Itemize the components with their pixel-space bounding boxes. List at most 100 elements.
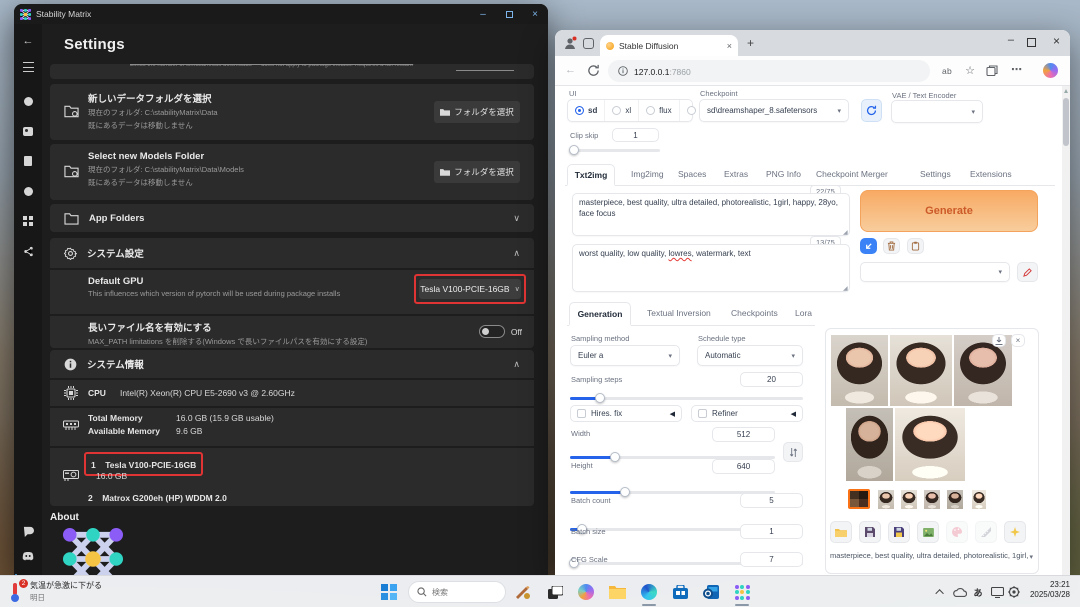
- send-to-img2img-button[interactable]: [917, 521, 939, 543]
- taskbar-weather-widget[interactable]: 2 気温が急激に下がる 明日: [8, 580, 102, 603]
- gallery-thumbnail-selected[interactable]: [848, 489, 870, 509]
- tab-textual-inversion[interactable]: Textual Inversion: [645, 308, 713, 318]
- resize-handle-icon[interactable]: ◢: [843, 229, 848, 236]
- styles-dropdown[interactable]: ▾: [860, 262, 1010, 282]
- resize-handle-icon[interactable]: ◢: [843, 285, 848, 292]
- generated-image-4[interactable]: [846, 408, 893, 481]
- checkpoint-dropdown[interactable]: sd\dreamshaper_8.safetensors ▾: [699, 99, 849, 122]
- browser-profile-icon[interactable]: [563, 36, 577, 50]
- sm-clipped-setting-row[interactable]: Limits the number of simultaneous downlo…: [50, 64, 534, 79]
- sm-nav-checkpoints-icon[interactable]: [14, 120, 42, 142]
- paste-generation-params-button[interactable]: [860, 238, 877, 254]
- browser-refresh-icon[interactable]: [587, 64, 600, 77]
- stability-matrix-taskbar-icon[interactable]: [731, 581, 753, 603]
- onedrive-tray-icon[interactable]: [952, 581, 968, 603]
- sm-titlebar[interactable]: Stability Matrix – ×: [14, 4, 548, 24]
- copilot-icon[interactable]: [1043, 63, 1058, 78]
- swap-dimensions-button[interactable]: [783, 442, 803, 462]
- gallery-close-button[interactable]: ×: [1011, 334, 1025, 347]
- generated-image-2[interactable]: [890, 335, 952, 406]
- search-input[interactable]: [432, 588, 492, 597]
- ime-indicator[interactable]: あ: [970, 581, 986, 603]
- outlook-icon[interactable]: [700, 581, 722, 603]
- browser-tab[interactable]: Stable Diffusion ×: [600, 35, 738, 56]
- tab-lora[interactable]: Lora: [793, 308, 814, 318]
- page-scrollbar[interactable]: [1062, 86, 1070, 575]
- tab-checkpoints[interactable]: Checkpoints: [729, 308, 780, 318]
- taskbar-clock[interactable]: 23:21 2025/03/28: [1030, 580, 1070, 599]
- edge-icon[interactable]: [638, 581, 660, 603]
- generated-image-1[interactable]: [831, 335, 888, 406]
- height-input[interactable]: 640: [712, 459, 775, 474]
- site-info-icon[interactable]: [618, 66, 628, 76]
- gallery-thumbnail[interactable]: [924, 490, 940, 509]
- refiner-checkbox[interactable]: [698, 409, 707, 418]
- copilot-taskbar-icon[interactable]: [575, 581, 597, 603]
- extra-action-button[interactable]: [1004, 521, 1026, 543]
- sm-nav-model-browser-icon[interactable]: [14, 180, 42, 202]
- open-folder-button[interactable]: [830, 521, 852, 543]
- cfg-scale-input[interactable]: 7: [740, 552, 803, 567]
- ui-radio-xl[interactable]: xl: [605, 100, 639, 121]
- hires-fix-section[interactable]: Hires. fix ◀: [570, 405, 682, 422]
- tab-png-info[interactable]: PNG Info: [764, 169, 803, 179]
- sm-long-paths-toggle[interactable]: [479, 325, 505, 338]
- tab-settings[interactable]: Settings: [918, 169, 953, 179]
- hires-fix-checkbox[interactable]: [577, 409, 586, 418]
- browser-minimize-button[interactable]: –: [1008, 34, 1014, 46]
- browser-back-icon[interactable]: ←: [565, 64, 576, 76]
- sm-discord-icon[interactable]: [14, 545, 42, 567]
- new-tab-button[interactable]: +: [747, 36, 754, 50]
- ui-radio-flux[interactable]: flux: [639, 100, 679, 121]
- settings-tray-icon[interactable]: [1006, 581, 1022, 603]
- start-button[interactable]: [378, 581, 400, 603]
- sm-default-gpu-dropdown[interactable]: Tesla V100-PCIE-16GB∨: [419, 279, 521, 299]
- sampling-method-dropdown[interactable]: Euler a ▾: [570, 345, 680, 366]
- clear-prompt-button[interactable]: [883, 238, 900, 254]
- sm-back-button[interactable]: ←: [14, 30, 42, 52]
- width-input[interactable]: 512: [712, 427, 775, 442]
- sampling-steps-slider[interactable]: [570, 397, 803, 400]
- sm-minimize-button[interactable]: –: [470, 4, 496, 24]
- sm-nav-workflows-icon[interactable]: [14, 240, 42, 262]
- taskbar-search[interactable]: [408, 581, 506, 603]
- clip-skip-input[interactable]: 1: [612, 128, 659, 142]
- sm-nav-packages-icon[interactable]: [14, 150, 42, 172]
- clip-skip-slider[interactable]: [570, 149, 660, 152]
- checkpoint-refresh-button[interactable]: [861, 99, 882, 122]
- sm-select-data-folder-button[interactable]: フォルダを選択: [434, 101, 520, 123]
- gallery-download-button[interactable]: [992, 334, 1006, 347]
- tray-expand-icon[interactable]: [934, 581, 948, 603]
- caret-down-icon[interactable]: ▾: [1029, 553, 1033, 561]
- tab-extensions[interactable]: Extensions: [968, 169, 1014, 179]
- sm-system-settings-header[interactable]: システム設定 ∧: [50, 238, 534, 268]
- refiner-section[interactable]: Refiner ◀: [691, 405, 803, 422]
- sm-nav-launch-icon[interactable]: [14, 90, 42, 112]
- read-aloud-icon[interactable]: ab: [942, 66, 952, 76]
- scrollbar-thumb[interactable]: [1063, 98, 1069, 146]
- favorite-star-icon[interactable]: ☆: [965, 64, 975, 77]
- tab-checkpoint-merger[interactable]: Checkpoint Merger: [814, 169, 890, 179]
- tab-txt2img[interactable]: Txt2img: [567, 164, 615, 186]
- scrollbar-up-arrow[interactable]: [1064, 89, 1068, 93]
- sm-app-folders-row[interactable]: App Folders ∨: [50, 204, 534, 232]
- tab-close-icon[interactable]: ×: [727, 41, 732, 51]
- tab-img2img[interactable]: Img2img: [629, 169, 666, 179]
- generated-image-5[interactable]: [895, 408, 965, 481]
- microsoft-store-icon[interactable]: [669, 581, 691, 603]
- tab-spaces[interactable]: Spaces: [676, 169, 708, 179]
- generate-button[interactable]: Generate: [860, 190, 1038, 232]
- browser-maximize-button[interactable]: [1027, 38, 1036, 47]
- batch-size-input[interactable]: 1: [740, 524, 803, 539]
- edit-styles-button[interactable]: [1017, 262, 1038, 282]
- sm-nav-output-browser-icon[interactable]: [14, 210, 42, 232]
- sampling-steps-input[interactable]: 20: [740, 372, 803, 387]
- tab-extras[interactable]: Extras: [722, 169, 750, 179]
- gallery-thumbnail[interactable]: [901, 490, 917, 509]
- vae-dropdown[interactable]: ▾: [891, 100, 983, 123]
- address-bar[interactable]: 127.0.0.1:7860: [608, 60, 930, 82]
- schedule-type-dropdown[interactable]: Automatic ▾: [697, 345, 803, 366]
- send-to-inpaint-button[interactable]: [946, 521, 968, 543]
- taskbar-pinned-tools-icon[interactable]: [512, 581, 534, 603]
- display-tray-icon[interactable]: [988, 581, 1006, 603]
